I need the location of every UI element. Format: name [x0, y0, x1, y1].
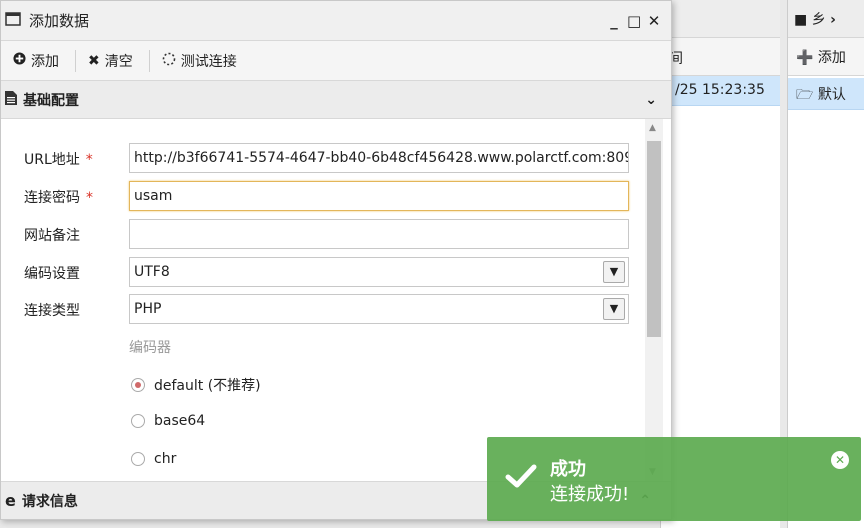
radio-unchecked-icon[interactable] [131, 452, 145, 466]
chevron-down-icon[interactable]: ▼ [603, 261, 625, 283]
toast-title: 成功 [550, 459, 586, 480]
add-button[interactable]: 添加 [13, 51, 67, 71]
encoder-option-label: default (不推荐) [154, 378, 261, 394]
category-item-label: 默认 [817, 87, 846, 103]
encoder-option-label: chr [154, 451, 177, 467]
type-label: 连接类型 [24, 303, 80, 319]
category-add-label: 添加 [817, 50, 846, 66]
toast-close-icon[interactable]: ✕ [831, 451, 849, 469]
close-button[interactable]: ✕ [647, 12, 661, 30]
success-toast: 成功 连接成功! ✕ [487, 437, 861, 521]
dialog-toolbar: 添加 ✖ 清空 测试连接 [1, 41, 671, 81]
test-connection-label: 测试连接 [180, 53, 237, 70]
basic-config-section-header[interactable]: 基础配置 ⌄ [1, 81, 671, 119]
password-label: 连接密码 [24, 190, 80, 206]
window-icon [5, 11, 21, 31]
basic-config-title: 基础配置 [23, 92, 79, 109]
category-panel-header: ■ 乡 › [788, 0, 864, 38]
folder-icon: ■ [794, 12, 808, 28]
required-mark: * [85, 152, 93, 168]
radio-unchecked-icon[interactable] [131, 414, 145, 428]
minimize-button[interactable]: _ [607, 12, 621, 30]
radio-checked-icon[interactable] [131, 378, 145, 392]
folder-outline-icon: 🗁 [796, 87, 814, 103]
chevron-down-icon[interactable]: ▼ [603, 298, 625, 320]
test-connection-button[interactable]: 测试连接 [162, 51, 245, 71]
add-button-label: 添加 [31, 53, 59, 70]
encoder-option-default[interactable]: default (不推荐) [131, 375, 261, 395]
encoder-label: 编码器 [129, 340, 171, 356]
type-selected-value: PHP [134, 301, 162, 317]
note-input[interactable] [129, 219, 629, 249]
encoder-option-label: base64 [154, 413, 206, 429]
encoding-select[interactable]: UTF8 ▼ [129, 257, 629, 287]
plus-circle-icon [13, 52, 26, 69]
category-add-button[interactable]: ➕ 添加 [788, 38, 864, 76]
scroll-up-icon[interactable]: ▲ [649, 123, 656, 133]
password-label-row: 连接密码 * [24, 187, 93, 207]
close-icon: ✖ [88, 52, 100, 69]
category-panel-title: 乡 [811, 12, 826, 28]
dialog-titlebar[interactable]: 添加数据 _ □ ✕ [1, 1, 671, 41]
url-input[interactable]: http://b3f66741-5574-4647-bb40-6b48cf456… [129, 143, 629, 173]
background-column-header: 间 [661, 38, 780, 76]
required-mark: * [86, 190, 93, 206]
maximize-button[interactable]: □ [627, 12, 641, 30]
checkmark-icon [505, 463, 537, 493]
request-info-title: 请求信息 [21, 493, 78, 510]
scrollbar-thumb[interactable] [647, 141, 661, 337]
encoder-option-chr[interactable]: chr [131, 451, 176, 467]
toolbar-divider [75, 49, 76, 72]
document-icon [5, 90, 17, 109]
connection-type-select[interactable]: PHP ▼ [129, 294, 629, 324]
background-table-row[interactable]: /25 15:23:35 [661, 76, 780, 106]
note-label: 网站备注 [24, 228, 80, 244]
chevron-right-icon[interactable]: › [830, 12, 836, 28]
edge-icon: e [5, 491, 16, 510]
chevron-down-icon[interactable]: ⌄ [645, 92, 657, 108]
dialog-title: 添加数据 [29, 12, 90, 30]
encoding-selected-value: UTF8 [134, 264, 170, 280]
clear-button[interactable]: ✖ 清空 [88, 51, 141, 71]
password-input[interactable]: usam [129, 181, 629, 211]
url-label-row: URL地址 * [24, 149, 93, 169]
toast-message: 连接成功! [550, 484, 630, 505]
encoding-label: 编码设置 [24, 266, 80, 282]
basic-config-form: URL地址 * http://b3f66741-5574-4647-bb40-6b… [1, 119, 661, 481]
category-item-default[interactable]: 🗁 默认 [788, 78, 864, 110]
toolbar-divider [148, 49, 150, 72]
url-label: URL地址 [24, 152, 80, 168]
row-timestamp: /25 15:23:35 [675, 82, 765, 98]
spinner-icon [162, 52, 176, 70]
clear-button-label: 清空 [104, 53, 133, 70]
encoder-option-base64[interactable]: base64 [131, 413, 205, 429]
background-tab-header [661, 0, 780, 38]
plus-circle-icon: ➕ [796, 50, 814, 66]
form-scrollbar[interactable]: ▲ ▼ [645, 119, 663, 481]
